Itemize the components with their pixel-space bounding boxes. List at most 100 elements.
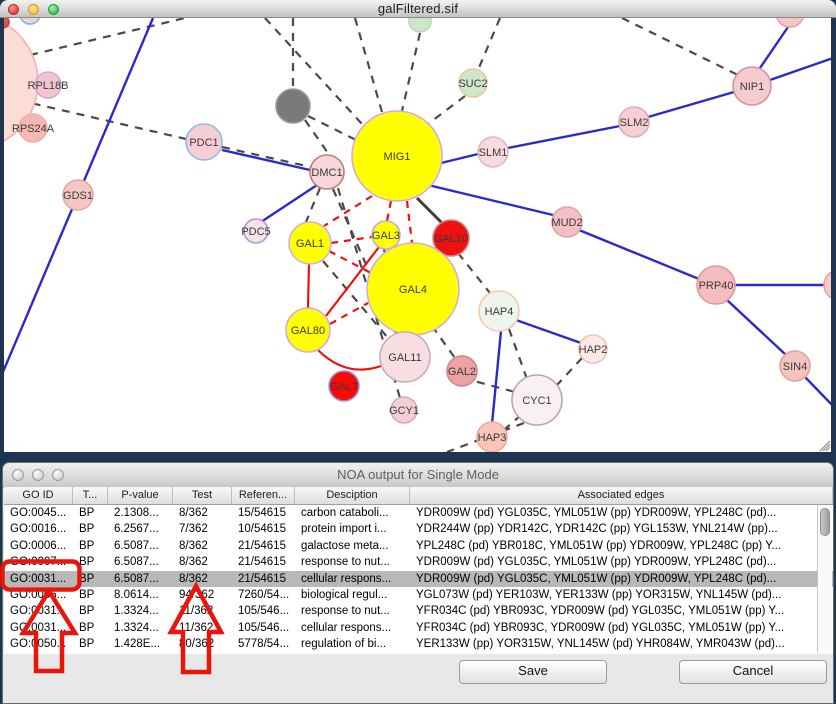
edge[interactable] xyxy=(727,300,786,355)
cancel-button[interactable]: Cancel xyxy=(679,660,827,684)
edge[interactable] xyxy=(770,57,831,80)
edge[interactable] xyxy=(222,150,310,170)
node-SUC2[interactable]: SUC2 xyxy=(458,69,487,97)
table-row[interactable]: GO:0031...BP1.3324...11/362105/546...res… xyxy=(4,603,833,619)
edge[interactable] xyxy=(30,18,185,55)
edge[interactable] xyxy=(330,303,368,324)
edge[interactable] xyxy=(441,154,478,163)
column-header-desciption[interactable]: Desciption xyxy=(295,487,410,504)
node-HAP4[interactable]: HAP4 xyxy=(479,291,519,331)
cell-description: regulation of bi... xyxy=(295,636,410,652)
node-GDS1[interactable]: GDS1 xyxy=(63,180,93,210)
node-MIG1[interactable]: MIG1 xyxy=(352,111,442,201)
edge[interactable] xyxy=(355,18,382,112)
cell-description: response to nut... xyxy=(295,554,410,570)
node-GAL2[interactable]: GAL2 xyxy=(447,356,477,386)
edge[interactable] xyxy=(331,237,372,243)
edge[interactable] xyxy=(478,18,500,70)
node-PRP40[interactable]: PRP40 xyxy=(697,266,735,304)
node-SLM2[interactable]: SLM2 xyxy=(619,107,649,137)
edge[interactable] xyxy=(805,377,831,409)
node-node-fragment-topright[interactable] xyxy=(776,18,804,27)
vertical-scrollbar[interactable] xyxy=(817,505,832,653)
cell-test: 8/362 xyxy=(173,505,232,521)
scrollbar-thumb[interactable] xyxy=(820,508,830,536)
edge[interactable] xyxy=(516,320,581,343)
column-header-p-value[interactable]: P-value xyxy=(108,487,173,504)
node-HAP2[interactable]: HAP2 xyxy=(579,335,608,363)
table-row[interactable]: GO:0050...BP1.428E...80/3625778/54...reg… xyxy=(4,636,833,652)
node-label: MIG1 xyxy=(384,151,411,163)
edge[interactable] xyxy=(306,188,320,222)
noa-titlebar[interactable]: NOA output for Single Mode xyxy=(3,463,833,488)
column-header-associated-edges[interactable]: Associated edges xyxy=(410,487,833,504)
node-GAL11[interactable]: GAL11 xyxy=(380,332,430,382)
column-header-t[interactable]: T... xyxy=(73,487,108,504)
save-button[interactable]: Save xyxy=(459,660,607,684)
edge[interactable] xyxy=(508,126,620,148)
edge[interactable] xyxy=(760,27,788,68)
network-canvas[interactable]: RPL18BRPS24AGDS1PDC1DMC1MIG1SUC2SLM1SLM2… xyxy=(4,18,831,452)
node-SIN4[interactable]: SIN4 xyxy=(780,351,810,381)
edge[interactable] xyxy=(557,358,582,385)
edge[interactable] xyxy=(432,326,455,358)
table-row[interactable]: GO:0016...BP6.2567...7/36210/54615protei… xyxy=(4,521,833,537)
node-PDC5[interactable]: PDC5 xyxy=(241,219,270,243)
node-node-gray[interactable] xyxy=(276,89,310,123)
network-nodes[interactable]: RPL18BRPS24AGDS1PDC1DMC1MIG1SUC2SLM1SLM2… xyxy=(4,18,831,452)
edge[interactable] xyxy=(428,185,553,215)
node-GAL1[interactable]: GAL1 xyxy=(289,222,331,264)
cell-description: cellular respons... xyxy=(295,571,410,587)
node-GCY1[interactable]: GCY1 xyxy=(389,397,419,423)
node-PDC1[interactable]: PDC1 xyxy=(186,124,222,160)
cell-type: BP xyxy=(73,554,108,570)
node-DMC1[interactable]: DMC1 xyxy=(310,155,344,189)
network-graph[interactable]: RPL18BRPS24AGDS1PDC1DMC1MIG1SUC2SLM1SLM2… xyxy=(4,18,831,452)
table-row[interactable]: GO:0065...BP8.0614...94/3627260/54...bio… xyxy=(4,587,833,603)
resize-grip[interactable] xyxy=(820,441,830,451)
edge[interactable] xyxy=(648,92,734,117)
cell-go-id: GO:0031... xyxy=(4,603,73,619)
table-row[interactable]: GO:0031...BP6.5087...8/36221/54615cellul… xyxy=(4,571,833,587)
node-node-fragment-MS[interactable]: MS xyxy=(824,270,831,300)
edge[interactable] xyxy=(387,201,391,221)
network-titlebar[interactable]: galFiltered.sif xyxy=(0,0,836,18)
node-GAL4[interactable]: GAL4 xyxy=(367,243,459,335)
edge[interactable] xyxy=(308,264,309,308)
node-HAP3[interactable]: HAP3 xyxy=(477,422,507,452)
table-row[interactable]: GO:0045...BP2.1308...8/36215/54615carbon… xyxy=(4,505,833,521)
cell-reference: 105/546... xyxy=(232,620,295,636)
node-MUD2[interactable]: MUD2 xyxy=(551,207,582,237)
cell-associated-edges: YPL248C (pd) YBR018C, YML051W (pp) YDR00… xyxy=(410,538,833,554)
node-node-fragment-topleft[interactable] xyxy=(20,18,40,24)
node-NIP1[interactable]: NIP1 xyxy=(733,67,771,105)
cell-reference: 10/54615 xyxy=(232,521,295,537)
node-GAL7[interactable]: GAL7 xyxy=(329,371,359,401)
node-GAL80[interactable]: GAL80 xyxy=(286,308,330,352)
edge[interactable] xyxy=(458,253,490,293)
edge[interactable] xyxy=(407,201,412,243)
table-header-row[interactable]: GO IDT...P-valueTestReferen...Desciption… xyxy=(4,487,833,505)
node-node-fragment-green-top[interactable] xyxy=(409,18,431,32)
node-CYC1[interactable]: CYC1 xyxy=(512,375,562,425)
node-GAL3[interactable]: GAL3 xyxy=(372,221,400,249)
table-row[interactable]: GO:0007...BP6.5087...8/36221/54615respon… xyxy=(4,554,833,570)
node-SLM1[interactable]: SLM1 xyxy=(478,137,508,167)
edge[interactable] xyxy=(622,18,740,76)
edge[interactable] xyxy=(509,329,527,379)
column-header-go-id[interactable]: GO ID xyxy=(4,487,73,504)
cell-p-value: 2.1308... xyxy=(108,505,173,521)
table-row[interactable]: GO:0031...BP1.3324...11/362105/546...cel… xyxy=(4,620,833,636)
edge[interactable] xyxy=(318,350,381,370)
edge[interactable] xyxy=(417,198,443,224)
edge[interactable] xyxy=(492,331,501,424)
edge[interactable] xyxy=(579,230,699,279)
cell-type: BP xyxy=(73,587,108,603)
cell-test: 94/362 xyxy=(173,587,232,603)
edge[interactable] xyxy=(222,147,311,167)
edge[interactable] xyxy=(402,33,420,111)
column-header-test[interactable]: Test xyxy=(173,487,232,504)
edge[interactable] xyxy=(428,96,465,124)
table-row[interactable]: GO:0006...BP6.5087...8/36221/54615galact… xyxy=(4,538,833,554)
column-header-referen[interactable]: Referen... xyxy=(232,487,295,504)
